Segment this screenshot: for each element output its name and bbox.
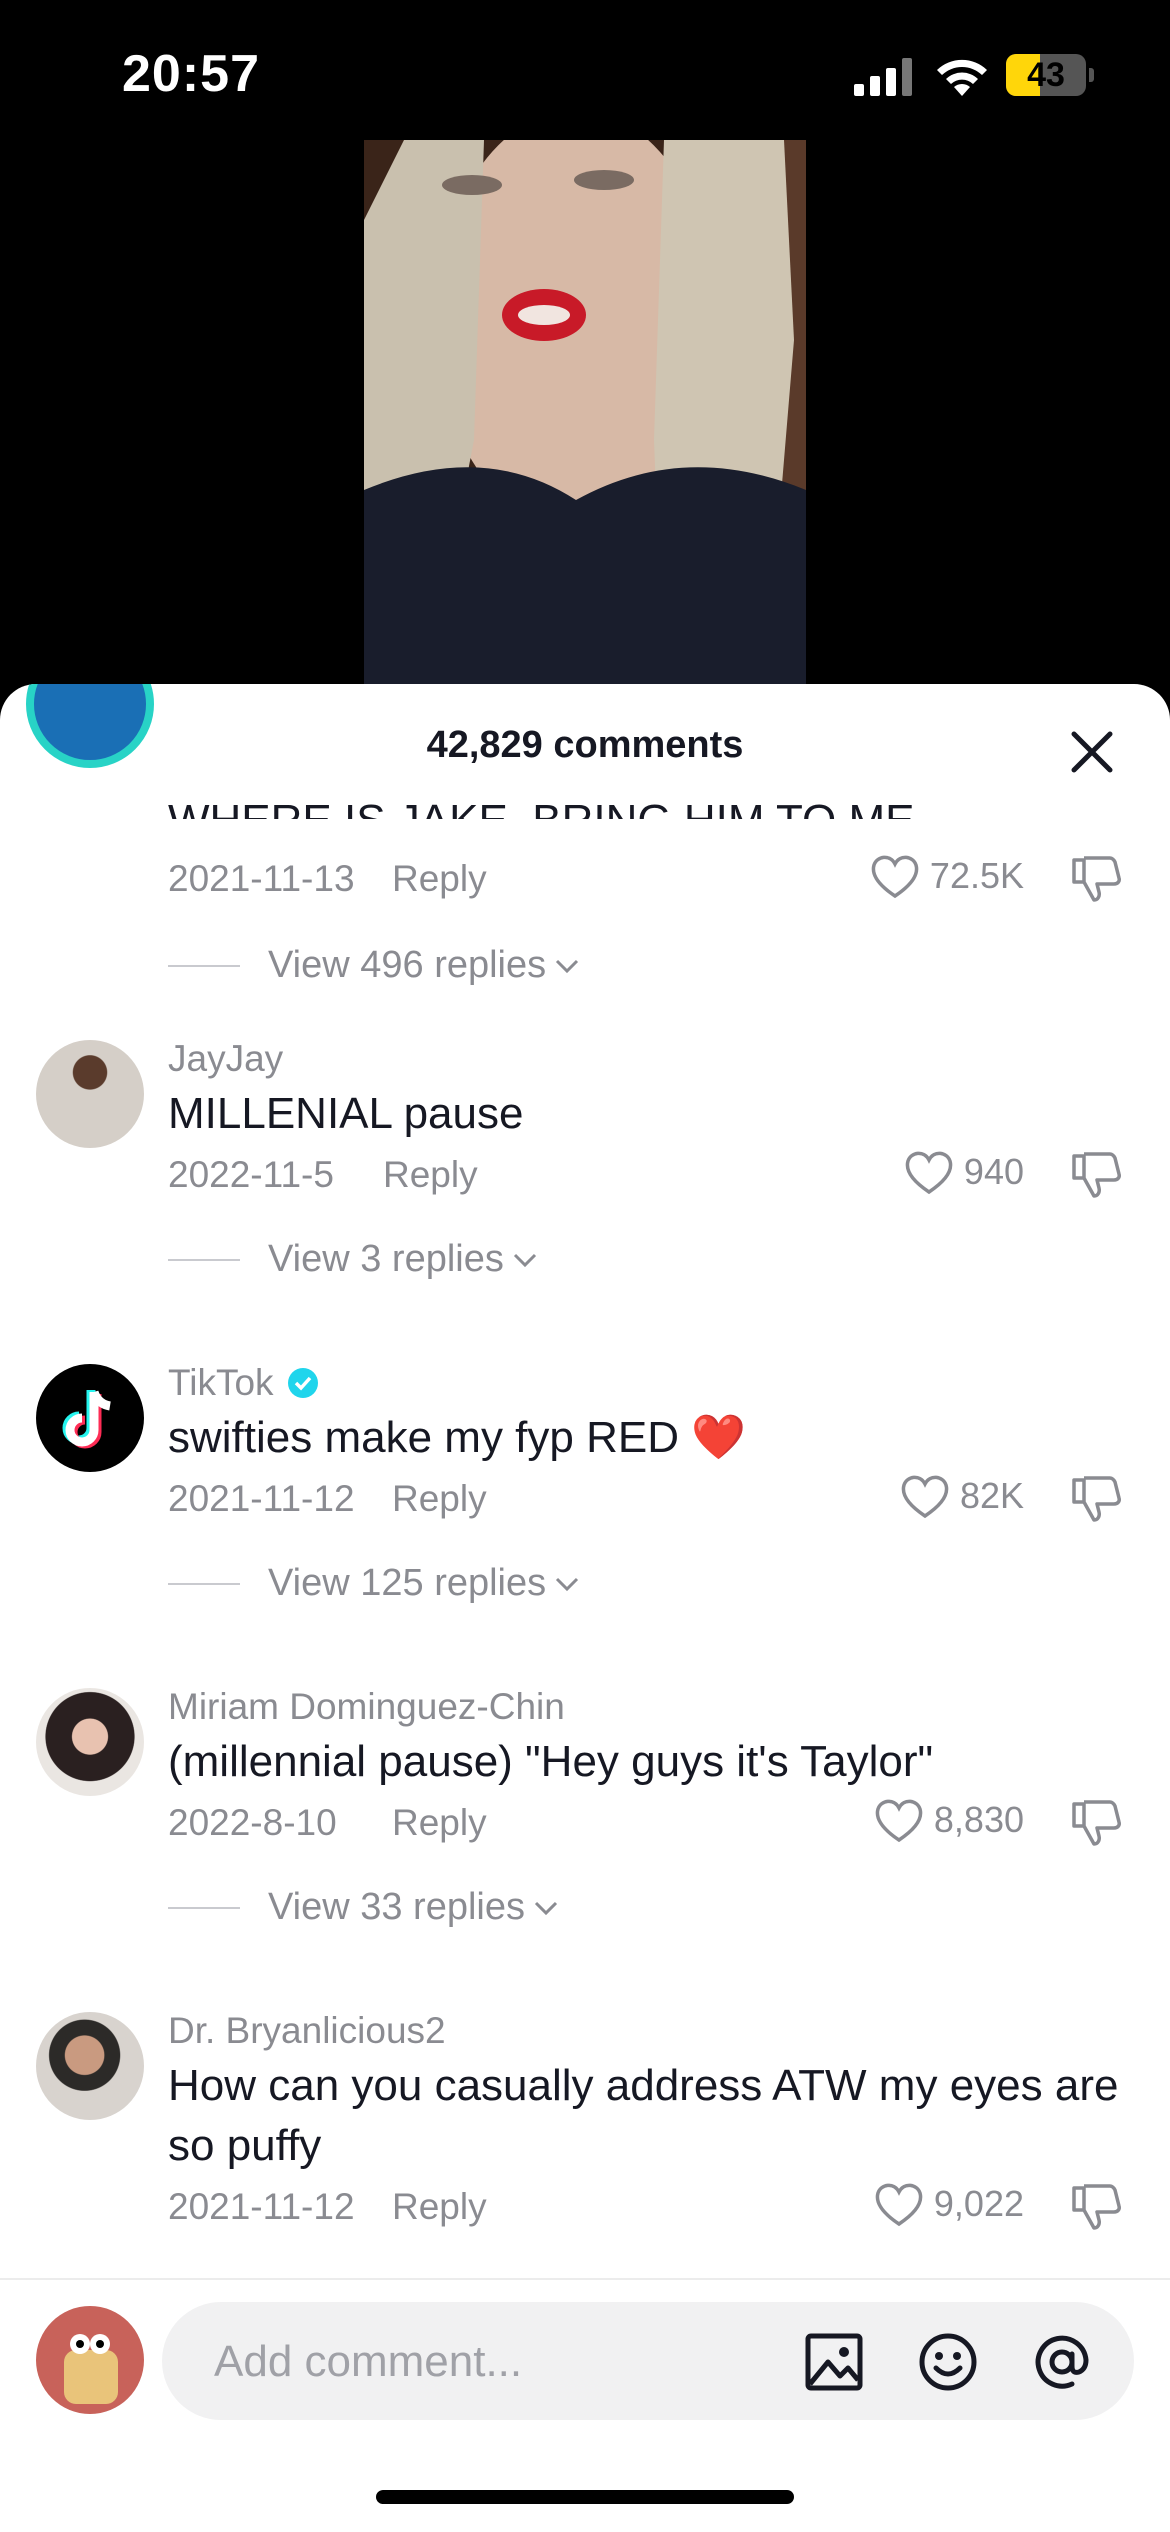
comment-username[interactable]: JayJay [168,1038,283,1080]
comment-date: 2021-11-13 [168,858,355,899]
avatar[interactable] [36,2012,144,2120]
reply-button[interactable]: Reply [392,1478,487,1520]
divider-line [168,1258,240,1261]
comment-date: 2022-11-5 [168,1154,334,1195]
wifi-icon [937,59,987,96]
like-count: 72.5K [929,855,1024,896]
like-count: 8,830 [933,1799,1024,1840]
dislike-icon[interactable] [1070,1148,1124,1202]
like-button[interactable]: 72.5K [870,852,1024,900]
dislike-icon[interactable] [1070,1796,1124,1850]
battery-icon: 43 [1006,54,1086,96]
comment-date: 2021-11-12 [168,1478,355,1519]
like-button[interactable]: 9,022 [874,2180,1024,2228]
divider-line [168,1906,240,1909]
comment-username[interactable]: Dr. Bryanlicious2 [168,2010,446,2052]
status-bar: 20:57 43 [0,0,1170,140]
comment-text: MILLENIAL pause [168,1089,524,1138]
composer-divider [0,2278,1170,2280]
heart-icon [871,855,919,899]
verified-badge-icon [287,1368,318,1398]
username-label: TikTok [168,1362,274,1403]
comment-text: How can you casually address ATW my eyes… [168,2061,1119,2170]
current-user-avatar[interactable] [36,2306,144,2414]
comment-username[interactable]: Miriam Dominguez-Chin [168,1686,565,1728]
chevron-down-icon [556,959,579,973]
avatar[interactable] [36,1364,144,1472]
chevron-down-icon [534,1901,558,1915]
comment-text: WHERE IS JAKE. BRING HIM TO ME [168,785,1128,819]
comment-text: swifties make my fyp RED ❤️ [168,1413,746,1462]
reply-button[interactable]: Reply [392,1802,487,1844]
like-button[interactable]: 8,830 [874,1796,1024,1844]
reply-button[interactable]: Reply [392,858,487,900]
mention-icon[interactable] [1032,2332,1092,2392]
view-replies-label: View 496 replies [268,944,547,986]
heart-icon [875,1799,923,1843]
avatar-image [64,2334,118,2404]
video-frame-image [364,140,806,700]
reply-button[interactable]: Reply [392,2186,487,2228]
battery-percentage: 43 [1027,56,1065,94]
like-count: 82K [959,1475,1024,1516]
view-replies-label: View 33 replies [268,1886,526,1928]
like-count: 9,022 [933,2183,1024,2224]
username-label: Dr. Bryanlicious2 [168,2010,446,2051]
dislike-icon[interactable] [1070,852,1124,906]
comment-date: 2021-11-12 [168,2186,355,2227]
view-replies-label: View 125 replies [268,1562,547,1604]
comment-count: 42,829 comments [426,724,744,766]
like-button[interactable]: 82K [900,1472,1024,1520]
battery-cap [1089,68,1094,82]
view-replies-button[interactable]: View 33 replies [168,1886,561,1929]
avatar[interactable] [36,1688,144,1796]
like-count: 940 [963,1151,1024,1192]
heart-icon [875,2183,923,2227]
status-time: 20:57 [122,45,260,103]
comment-input-container [162,2302,1134,2422]
view-replies-label: View 3 replies [268,1238,504,1280]
avatar[interactable] [36,1040,144,1148]
emoji-icon[interactable] [918,2332,978,2392]
divider-line [168,1582,240,1585]
divider-line [168,964,240,967]
view-replies-button[interactable]: View 3 replies [168,1238,540,1281]
image-icon[interactable] [804,2332,864,2392]
comment-username[interactable]: TikTok [168,1362,320,1404]
video-thumbnail[interactable] [364,140,806,700]
username-label: JayJay [168,1038,284,1079]
comments-sheet: 42,829 comments WHERE IS JAKE. BRING HIM… [0,684,1170,2532]
dislike-icon[interactable] [1070,1472,1124,1526]
comment-date: 2022-8-10 [168,1802,337,1843]
chevron-down-icon [513,1253,536,1267]
view-replies-button[interactable]: View 125 replies [168,1562,582,1605]
home-indicator [376,2490,794,2504]
tiktok-logo-icon [62,1390,111,1449]
chevron-down-icon [556,1577,579,1591]
like-button[interactable]: 940 [904,1148,1024,1196]
view-replies-button[interactable]: View 496 replies [168,944,582,987]
username-label: Miriam Dominguez-Chin [168,1686,565,1727]
comment-text: (millennial pause) "Hey guys it's Taylor… [168,1737,934,1786]
dislike-icon[interactable] [1070,2180,1124,2234]
cellular-signal-icon [854,58,914,96]
comment-input[interactable] [212,2302,776,2422]
close-icon[interactable] [1062,722,1122,782]
heart-icon [905,1151,953,1195]
reply-button[interactable]: Reply [383,1154,478,1196]
heart-icon [901,1475,949,1519]
